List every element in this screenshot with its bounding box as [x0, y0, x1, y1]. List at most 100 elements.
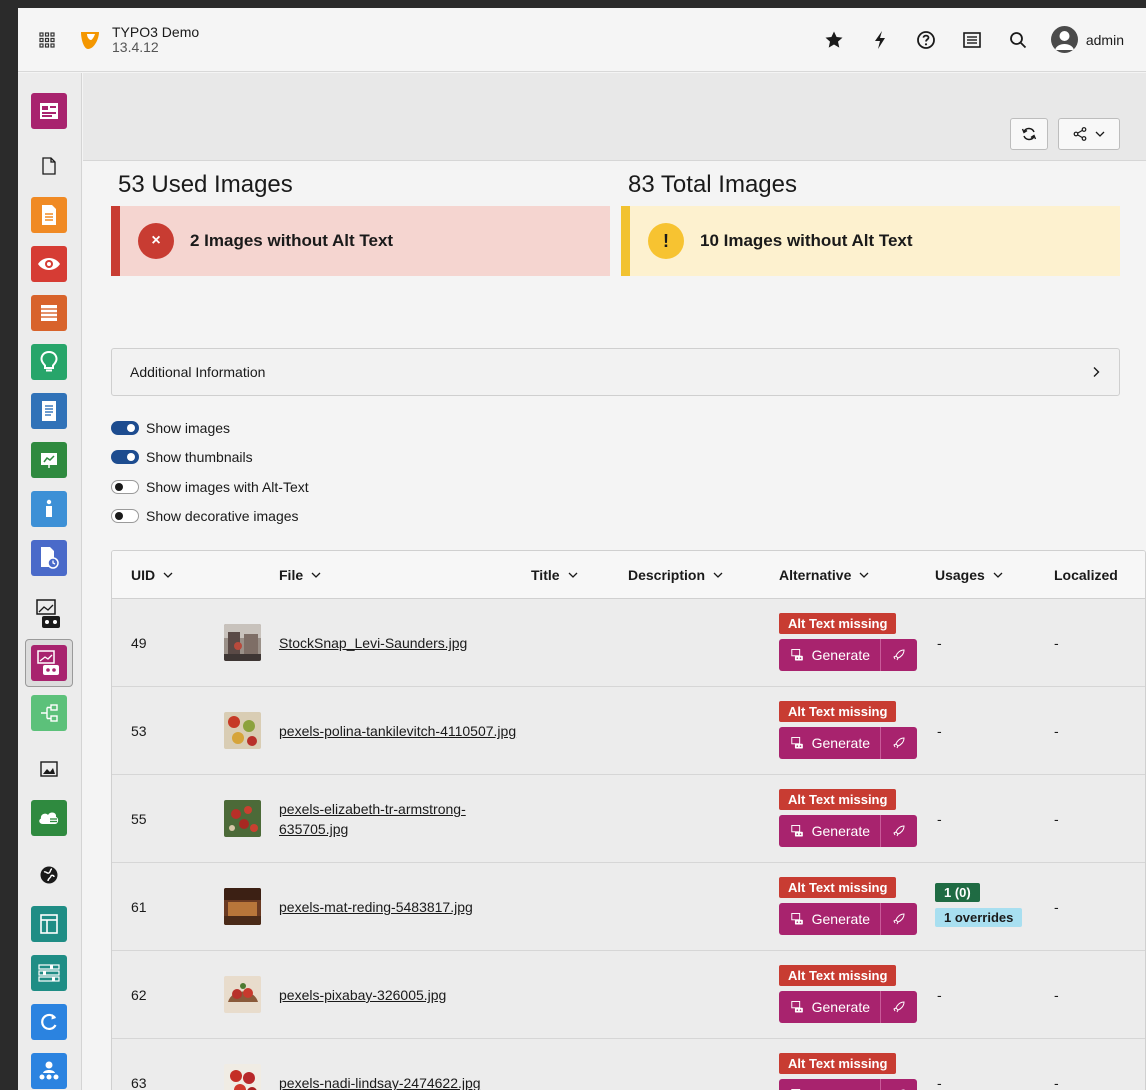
users-icon — [39, 1061, 59, 1080]
toggle-show-images[interactable]: Show images — [111, 413, 309, 443]
col-uid[interactable]: UID — [131, 551, 173, 599]
additional-info-panel[interactable]: Additional Information — [111, 348, 1120, 396]
file-link[interactable]: pexels-polina-tankilevitch-4110507.jpg — [279, 721, 516, 741]
file-link[interactable]: pexels-elizabeth-tr-armstrong-635705.jpg — [279, 799, 519, 839]
toggle-label: Show images — [146, 419, 231, 436]
alt-missing-badge: Alt Text missing — [779, 613, 897, 634]
toggle-show-images-with-alt[interactable]: Show images with Alt-Text — [111, 472, 309, 502]
row-alternative: Alt Text missing Generate — [779, 1053, 917, 1090]
row-usages: - — [937, 1075, 942, 1090]
sidebar-item-reports[interactable] — [31, 393, 67, 429]
sidebar-item-alt-text-ai[interactable] — [31, 645, 67, 681]
generate-button[interactable]: Generate — [779, 815, 880, 847]
generate-options-button[interactable] — [880, 815, 917, 847]
module-menu-toggle[interactable] — [18, 8, 76, 72]
file-link[interactable]: pexels-nadi-lindsay-2474622.jpg — [279, 1073, 481, 1090]
toggle-switch[interactable] — [111, 450, 139, 465]
system-info-button[interactable] — [949, 8, 995, 72]
sidebar-item-records[interactable] — [31, 295, 67, 331]
sidebar-item-view[interactable] — [31, 246, 67, 282]
sidebar-item-users[interactable] — [31, 1053, 67, 1089]
ai-image-icon — [791, 913, 803, 925]
filter-toggles: Show images Show thumbnails Show images … — [111, 413, 309, 531]
col-title[interactable]: Title — [531, 551, 578, 599]
sidebar-item-templates[interactable] — [31, 906, 67, 942]
toggle-show-thumbnails[interactable]: Show thumbnails — [111, 443, 309, 473]
sidebar-item-settings[interactable] — [31, 955, 67, 991]
generate-button[interactable]: Generate — [779, 903, 880, 935]
generate-options-button[interactable] — [880, 991, 917, 1023]
chevron-down-icon — [568, 572, 577, 578]
sidebar-item-filelist[interactable] — [31, 751, 67, 787]
col-localized[interactable]: Localized — [1054, 551, 1118, 599]
user-menu[interactable]: admin — [1041, 26, 1146, 53]
toggle-switch[interactable] — [111, 509, 139, 524]
sidebar-item-list[interactable] — [31, 197, 67, 233]
sidebar-item-info[interactable] — [31, 491, 67, 527]
toggle-show-decorative[interactable]: Show decorative images — [111, 502, 309, 532]
row-thumbnail[interactable] — [224, 800, 261, 837]
help-button[interactable] — [903, 8, 949, 72]
generate-button[interactable]: Generate — [779, 639, 880, 671]
chevron-down-icon — [859, 572, 869, 578]
toggle-switch[interactable] — [111, 420, 139, 435]
sidebar-item-scheduler[interactable] — [31, 540, 67, 576]
sidebar-item-cloud[interactable] — [31, 800, 67, 836]
generate-button-group: Generate — [779, 727, 917, 759]
share-button[interactable] — [1058, 118, 1120, 150]
row-localized: - — [1054, 1075, 1059, 1090]
sidebar-item-ideas[interactable] — [31, 344, 67, 380]
generate-options-button[interactable] — [880, 903, 917, 935]
col-file[interactable]: File — [279, 551, 321, 599]
toggle-label: Show thumbnails — [146, 449, 253, 466]
generate-label: Generate — [811, 823, 870, 839]
grid-icon — [39, 31, 55, 48]
dashboard-icon — [40, 103, 58, 119]
used-images-title: 53 Used Images — [118, 171, 293, 198]
generate-button[interactable]: Generate — [779, 1079, 880, 1090]
sidebar-item-sites[interactable] — [31, 857, 67, 893]
file-link[interactable]: StockSnap_Levi-Saunders.jpg — [279, 633, 467, 653]
generate-options-button[interactable] — [880, 727, 917, 759]
row-thumbnail[interactable] — [224, 712, 261, 749]
brand-version: 13.4.12 — [112, 38, 159, 55]
toggle-switch[interactable] — [111, 479, 139, 494]
generate-options-button[interactable] — [880, 639, 917, 671]
generate-button[interactable]: Generate — [779, 727, 880, 759]
col-description[interactable]: Description — [628, 551, 723, 599]
total-images-title: 83 Total Images — [628, 171, 797, 198]
rocket-icon — [893, 649, 905, 661]
chevron-right-icon — [1093, 367, 1100, 377]
row-uid: 49 — [131, 635, 147, 651]
row-thumbnail[interactable] — [224, 624, 261, 661]
row-localized: - — [1054, 635, 1059, 651]
sidebar-item-dashboard[interactable] — [31, 93, 67, 129]
row-thumbnail[interactable] — [224, 976, 261, 1013]
sidebar-item-image-ai[interactable] — [31, 596, 67, 632]
col-usages[interactable]: Usages — [935, 551, 1003, 599]
reload-button[interactable] — [1010, 118, 1048, 150]
sidebar-item-page[interactable] — [31, 148, 67, 184]
file-link[interactable]: pexels-pixabay-326005.jpg — [279, 985, 446, 1005]
bookmarks-button[interactable] — [811, 8, 857, 72]
sidebar-item-sitemap[interactable] — [31, 695, 67, 731]
refresh-icon — [41, 1013, 57, 1030]
generate-options-button[interactable] — [880, 1079, 917, 1090]
row-localized: - — [1054, 811, 1059, 827]
generate-button-group: Generate — [779, 903, 917, 935]
refresh-icon — [1021, 127, 1037, 141]
globe-icon — [40, 866, 58, 884]
clear-cache-button[interactable] — [857, 8, 903, 72]
search-button[interactable] — [995, 8, 1041, 72]
col-alternative[interactable]: Alternative — [779, 551, 869, 599]
brand[interactable]: TYPO3 Demo 13.4.12 — [78, 24, 199, 55]
generate-button[interactable]: Generate — [779, 991, 880, 1023]
row-thumbnail[interactable] — [224, 888, 261, 925]
doc-header — [83, 73, 1146, 161]
sidebar-item-analytics[interactable] — [31, 442, 67, 478]
file-link[interactable]: pexels-mat-reding-5483817.jpg — [279, 897, 473, 917]
row-thumbnail[interactable] — [224, 1064, 261, 1090]
sidebar-item-maintenance[interactable] — [31, 1004, 67, 1040]
chevron-down-icon — [713, 572, 723, 578]
row-alternative: Alt Text missing Generate — [779, 701, 917, 759]
